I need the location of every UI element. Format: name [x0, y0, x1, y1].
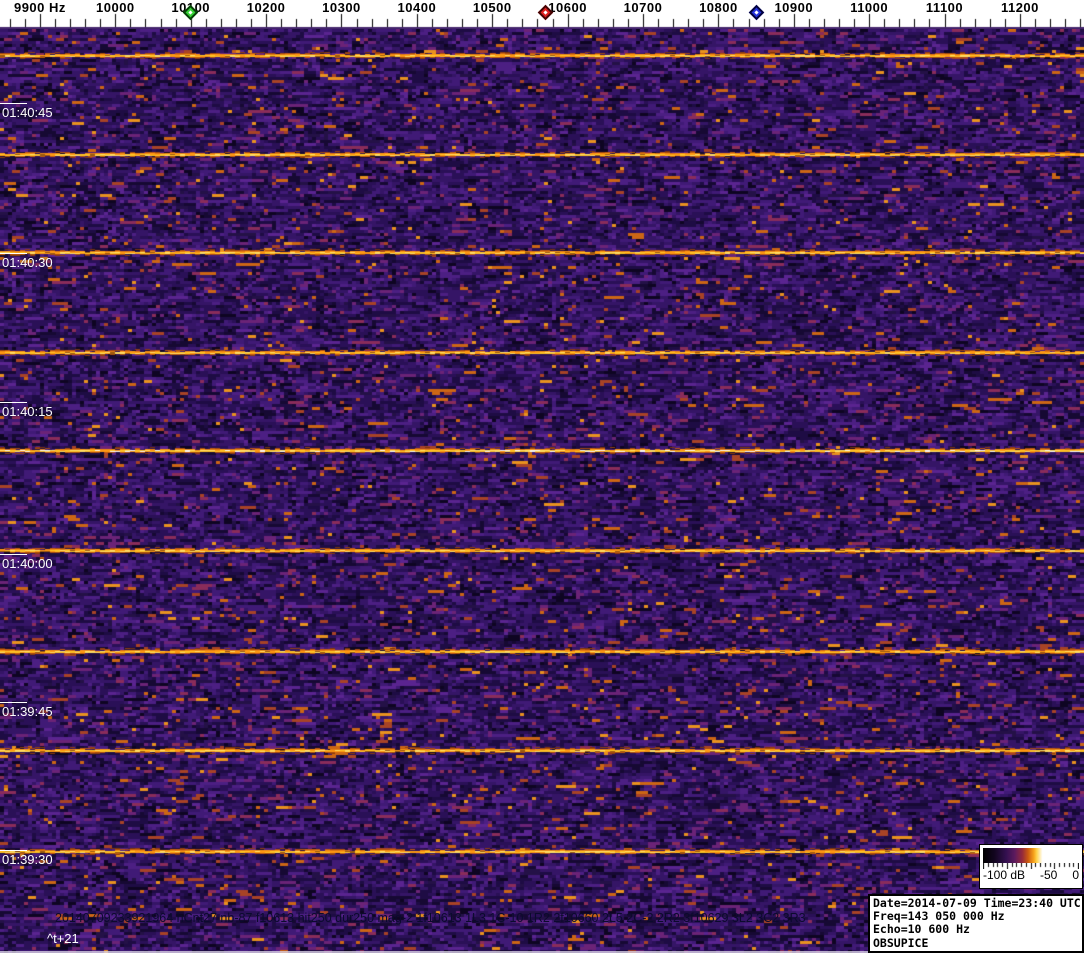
- legend-max-label: 0: [1072, 868, 1079, 882]
- time-tick: [0, 402, 27, 403]
- detection-annotation: 20140709233921964 hCnt27 nb-87 f10613 hi…: [55, 911, 806, 925]
- time-label: 01:40:00: [2, 556, 53, 571]
- freq-label-10400: 10400: [397, 0, 437, 15]
- time-label: 01:39:30: [2, 852, 53, 867]
- time-label: 01:40:30: [2, 255, 53, 270]
- station-info-box: Date=2014-07-09 Time=23:40 UTC Freq=143 …: [868, 894, 1084, 953]
- freq-label-10700: 10700: [623, 0, 663, 15]
- legend-mid-label: -50: [1040, 868, 1058, 882]
- cursor-readout: ^t+21: [47, 931, 79, 946]
- info-station: OBSUPICE: [873, 935, 929, 950]
- marker-blue-center-dot: [753, 10, 759, 15]
- freq-label-10200: 10200: [246, 0, 286, 15]
- freq-label-9900: 9900 Hz: [13, 0, 66, 15]
- legend-min-label: -100 dB: [983, 868, 1026, 882]
- colorbar-gradient: [983, 848, 1079, 863]
- info-echo: Echo=10 600 Hz: [873, 922, 970, 937]
- time-label: 01:40:15: [2, 404, 53, 419]
- colorbar-labels: -100 dB -50 0: [980, 869, 1082, 882]
- freq-label-10300: 10300: [322, 0, 361, 15]
- time-tick: [0, 702, 27, 703]
- time-tick: [0, 103, 27, 104]
- time-label: 01:39:45: [2, 704, 53, 719]
- freq-label-10500: 10500: [472, 0, 512, 15]
- time-label: 01:40:45: [2, 105, 53, 120]
- intensity-legend: -100 dB -50 0: [979, 844, 1083, 889]
- freq-label-11000: 11000: [850, 0, 889, 15]
- marker-red-center-dot: [542, 10, 548, 15]
- freq-label-11100: 11100: [925, 0, 964, 15]
- marker-green-center-dot: [188, 10, 193, 15]
- freq-label-11200: 11200: [1000, 0, 1039, 15]
- time-tick: [0, 554, 27, 555]
- freq-label-10800: 10800: [699, 0, 738, 15]
- time-tick: [0, 253, 27, 254]
- freq-label-10600: 10600: [548, 0, 587, 15]
- frequency-ruler: 9900 Hz100001010010200103001040010500106…: [0, 0, 1084, 29]
- time-tick: [0, 850, 27, 851]
- meteor-echo-spectrogram-app: 9900 Hz100001010010200103001040010500106…: [0, 0, 1084, 953]
- waterfall-spectrogram-canvas[interactable]: [0, 29, 1084, 953]
- freq-label-10000: 10000: [96, 0, 135, 15]
- freq-label-10900: 10900: [774, 0, 814, 15]
